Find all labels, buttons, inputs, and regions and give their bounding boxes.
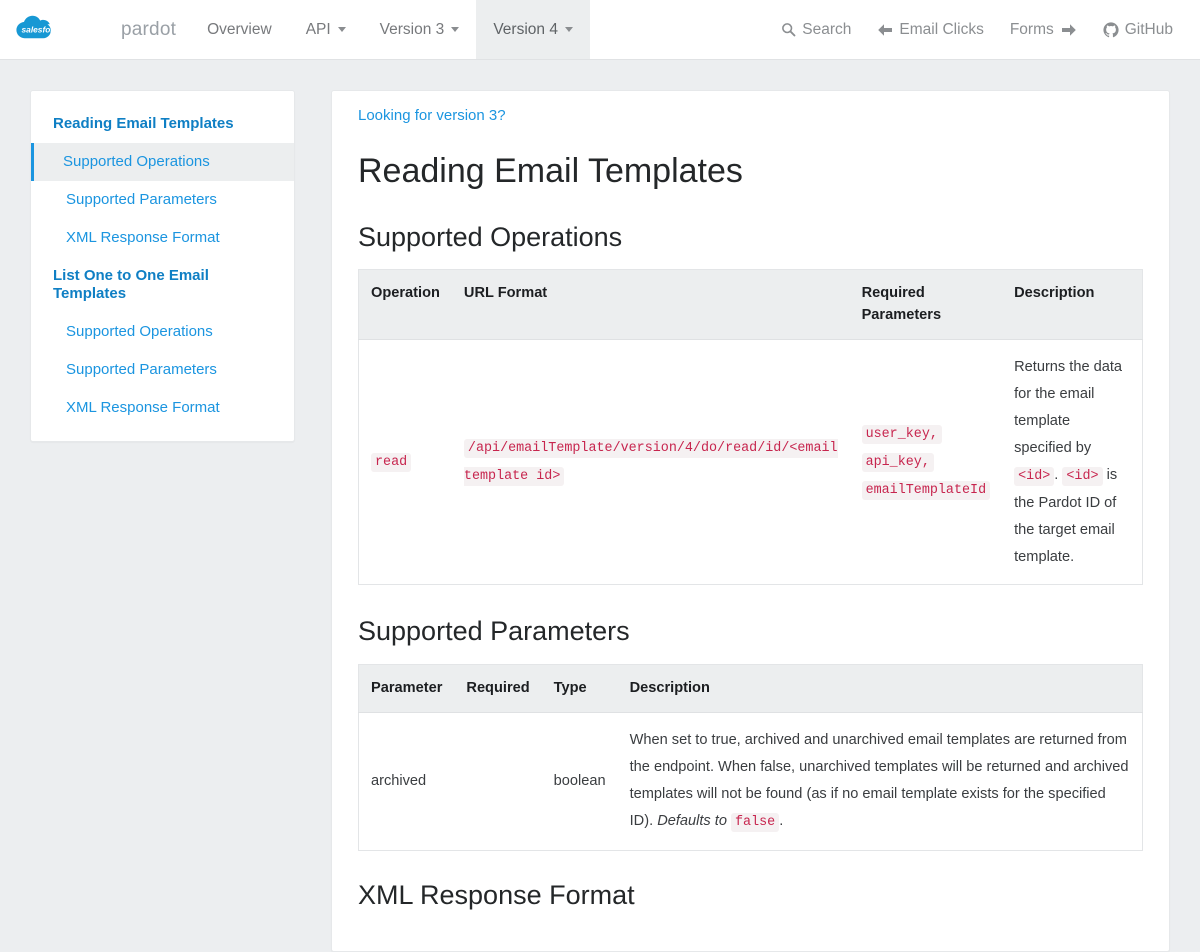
nav-item-github[interactable]: GitHub — [1090, 0, 1186, 59]
sidebar-group-title-list-one-to-one-email-templates: List One to One Email Templates — [53, 267, 209, 302]
brand-word: pardot — [121, 18, 177, 40]
github-icon — [1103, 21, 1119, 38]
table-row: archived boolean When set to true, archi… — [359, 713, 1143, 851]
salesforce-cloud-icon: salesforce — [16, 13, 114, 47]
nav-item-api[interactable]: API — [289, 0, 363, 59]
table-row: read /api/emailTemplate/version/4/do/rea… — [359, 339, 1143, 585]
chevron-down-icon — [564, 27, 573, 32]
cell-operation: read — [359, 339, 452, 585]
column-header-description: Description — [617, 664, 1143, 714]
nav-item-label: API — [305, 20, 331, 38]
sidebar-item-label: Supported Parameters — [66, 361, 217, 378]
brand-logo-link[interactable]: salesforce pardot — [0, 0, 190, 59]
looking-for-version-3-link[interactable]: Looking for version 3? — [358, 107, 506, 124]
nav-item-version-3[interactable]: Version 3 — [363, 0, 477, 59]
nav-item-forms[interactable]: Forms — [997, 0, 1090, 59]
column-header-operation: Operation — [358, 269, 452, 340]
sidebar-item-label: Supported Operations — [63, 153, 210, 170]
sidebar-item-supported-parameters-2[interactable]: Supported Parameters — [31, 351, 294, 389]
table-header-row: Parameter Required Type Description — [358, 664, 1143, 714]
nav-item-email-clicks[interactable]: Email Clicks — [864, 0, 996, 59]
chevron-down-icon — [337, 27, 346, 32]
table-header-row: Operation URL Format Required Parameters… — [358, 269, 1143, 340]
sidebar-item-label: Supported Operations — [66, 323, 213, 340]
nav-item-version-4[interactable]: Version 4 — [476, 0, 590, 59]
sidebar-item-supported-operations-2[interactable]: Supported Operations — [31, 313, 294, 351]
sidebar-item-supported-operations-1[interactable]: Supported Operations — [31, 143, 294, 181]
description-code-id-1: <id> — [1014, 466, 1055, 486]
sidebar-item-label: Supported Parameters — [66, 191, 217, 208]
column-header-required: Required — [454, 664, 542, 714]
supported-parameters-table: Parameter Required Type Description arch… — [358, 663, 1143, 851]
navbar-left-items: Overview API Version 3 Version 4 — [190, 0, 590, 59]
cell-required — [454, 713, 541, 851]
table-head: Parameter Required Type Description — [358, 664, 1143, 714]
nav-item-label: Version 4 — [493, 20, 558, 38]
sidebar-item-xml-response-format-1[interactable]: XML Response Format — [31, 219, 294, 257]
nav-item-label: GitHub — [1124, 20, 1173, 38]
arrow-right-icon — [1061, 23, 1077, 37]
table-body: archived boolean When set to true, archi… — [359, 713, 1143, 851]
cell-url-format: /api/emailTemplate/version/4/do/read/id/… — [452, 339, 850, 585]
column-header-description: Description — [1002, 269, 1143, 340]
table-head: Operation URL Format Required Parameters… — [358, 269, 1143, 340]
description-end-text: . — [779, 812, 784, 829]
cell-parameter: archived — [371, 772, 427, 789]
nav-item-overview[interactable]: Overview — [190, 0, 289, 59]
required-param-user-key: user_key, — [861, 425, 942, 445]
page-body: Reading Email Templates Supported Operat… — [0, 60, 1200, 952]
url-format-code: /api/emailTemplate/version/4/do/read/id/… — [463, 439, 838, 487]
required-param-email-template-id: emailTemplateId — [861, 481, 991, 501]
required-param-api-key: api_key, — [861, 453, 934, 473]
sidebar-item-xml-response-format-2[interactable]: XML Response Format — [31, 389, 294, 427]
nav-item-label: Overview — [207, 20, 272, 38]
description-defaults-to-emphasis: Defaults to — [657, 812, 727, 829]
nav-item-label: Forms — [1009, 20, 1054, 38]
section-heading-supported-parameters: Supported Parameters — [358, 616, 630, 647]
salesforce-wordmark: salesforce — [22, 24, 64, 34]
description-code-false: false — [731, 812, 780, 832]
nav-item-label: Search — [802, 20, 852, 38]
column-header-url-format: URL Format — [451, 269, 850, 340]
section-heading-xml-response-format: XML Response Format — [358, 879, 635, 910]
description-code-id-2: <id> — [1062, 466, 1103, 486]
cell-type: boolean — [553, 772, 606, 789]
page-title: Reading Email Templates — [358, 152, 743, 190]
top-navbar: salesforce pardot Overview API Version 3… — [0, 0, 1200, 60]
navbar-right-items: Search Email Clicks Forms GitHub — [768, 0, 1200, 59]
cell-description: When set to true, archived and unarchive… — [618, 713, 1143, 851]
nav-item-search[interactable]: Search — [768, 0, 864, 59]
column-header-required-parameters: Required Parameters — [849, 269, 1003, 340]
cell-required-parameters: user_key, api_key, emailTemplateId — [850, 339, 1003, 585]
description-text-part-1: Returns the data for the email template … — [1014, 358, 1123, 456]
sidebar-item-label: XML Response Format — [66, 399, 220, 416]
sidebar-item-supported-parameters-1[interactable]: Supported Parameters — [31, 181, 294, 219]
section-heading-supported-operations: Supported Operations — [358, 222, 623, 253]
search-icon — [781, 22, 796, 37]
chevron-down-icon — [451, 27, 460, 32]
sidebar-group-title-reading-email-templates: Reading Email Templates — [53, 115, 234, 132]
cell-description: Returns the data for the email template … — [1002, 339, 1142, 585]
arrow-left-icon — [877, 23, 893, 37]
nav-item-label: Email Clicks — [899, 20, 984, 38]
sidebar-item-label: XML Response Format — [66, 229, 220, 246]
column-header-parameter: Parameter — [358, 664, 455, 714]
sidebar-nav: Reading Email Templates Supported Operat… — [30, 90, 295, 442]
table-body: read /api/emailTemplate/version/4/do/rea… — [359, 339, 1143, 585]
column-header-type: Type — [541, 664, 618, 714]
operation-code: read — [371, 453, 412, 473]
main-content: Looking for version 3? Reading Email Tem… — [331, 90, 1170, 952]
supported-operations-table: Operation URL Format Required Parameters… — [358, 269, 1143, 586]
nav-item-label: Version 3 — [379, 20, 445, 38]
